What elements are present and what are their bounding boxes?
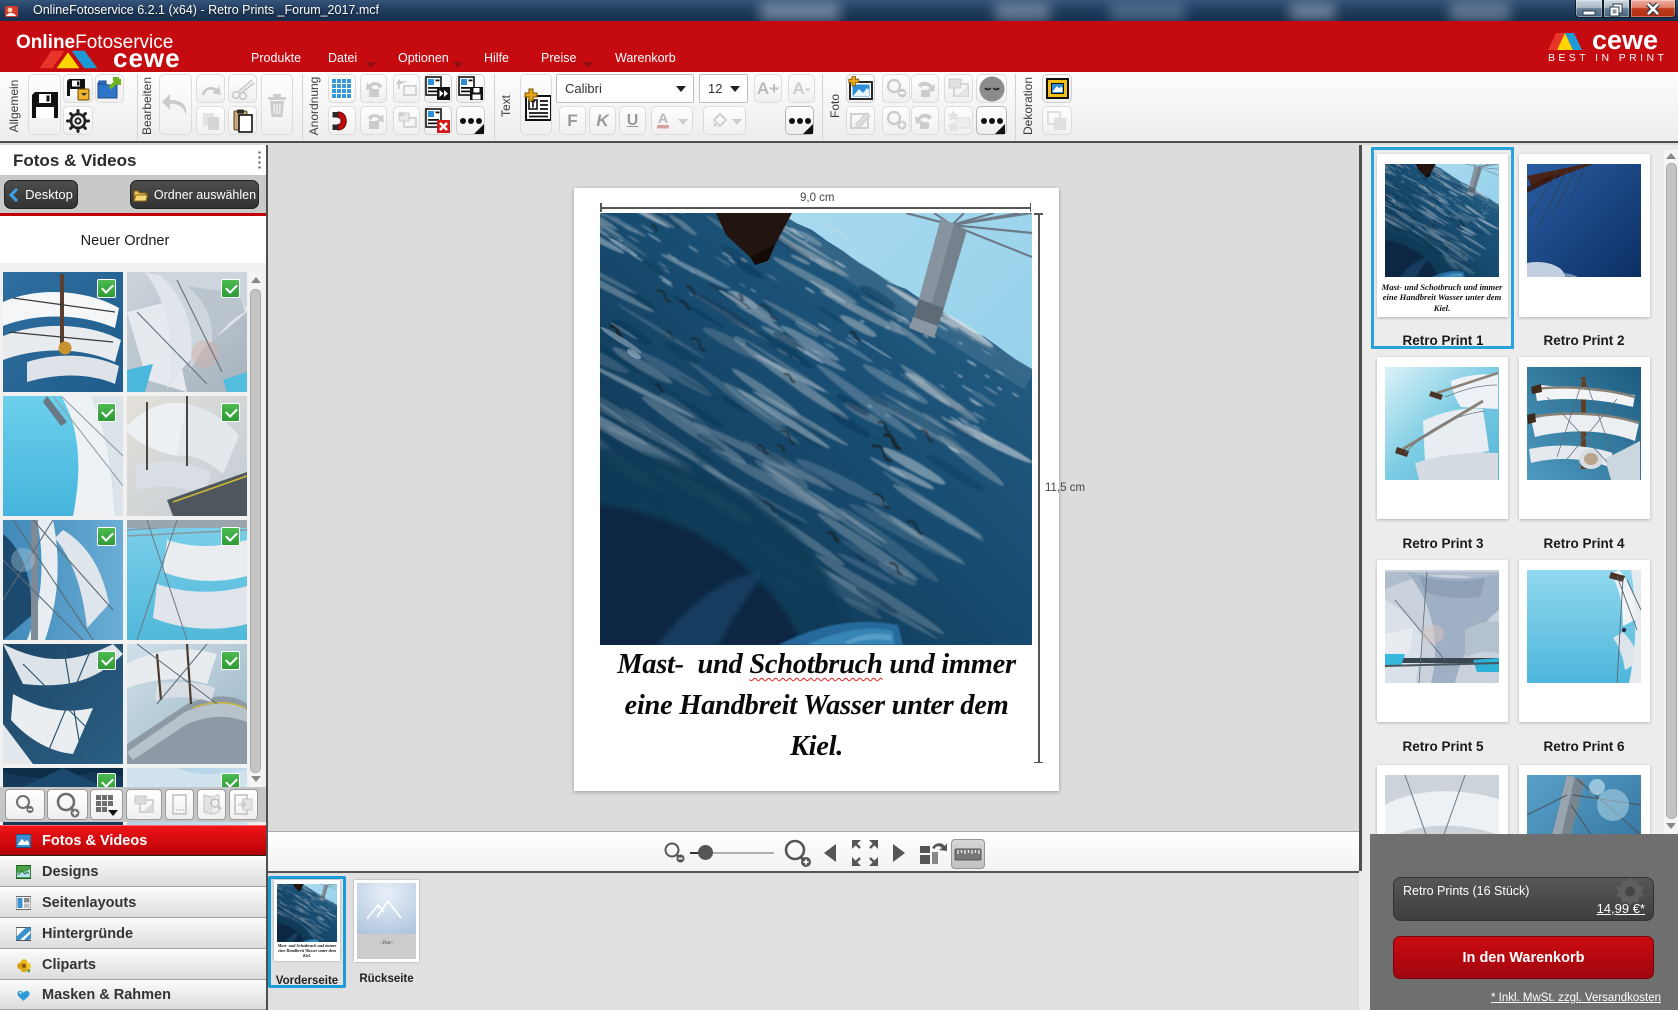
svg-text:A: A [658,110,668,126]
